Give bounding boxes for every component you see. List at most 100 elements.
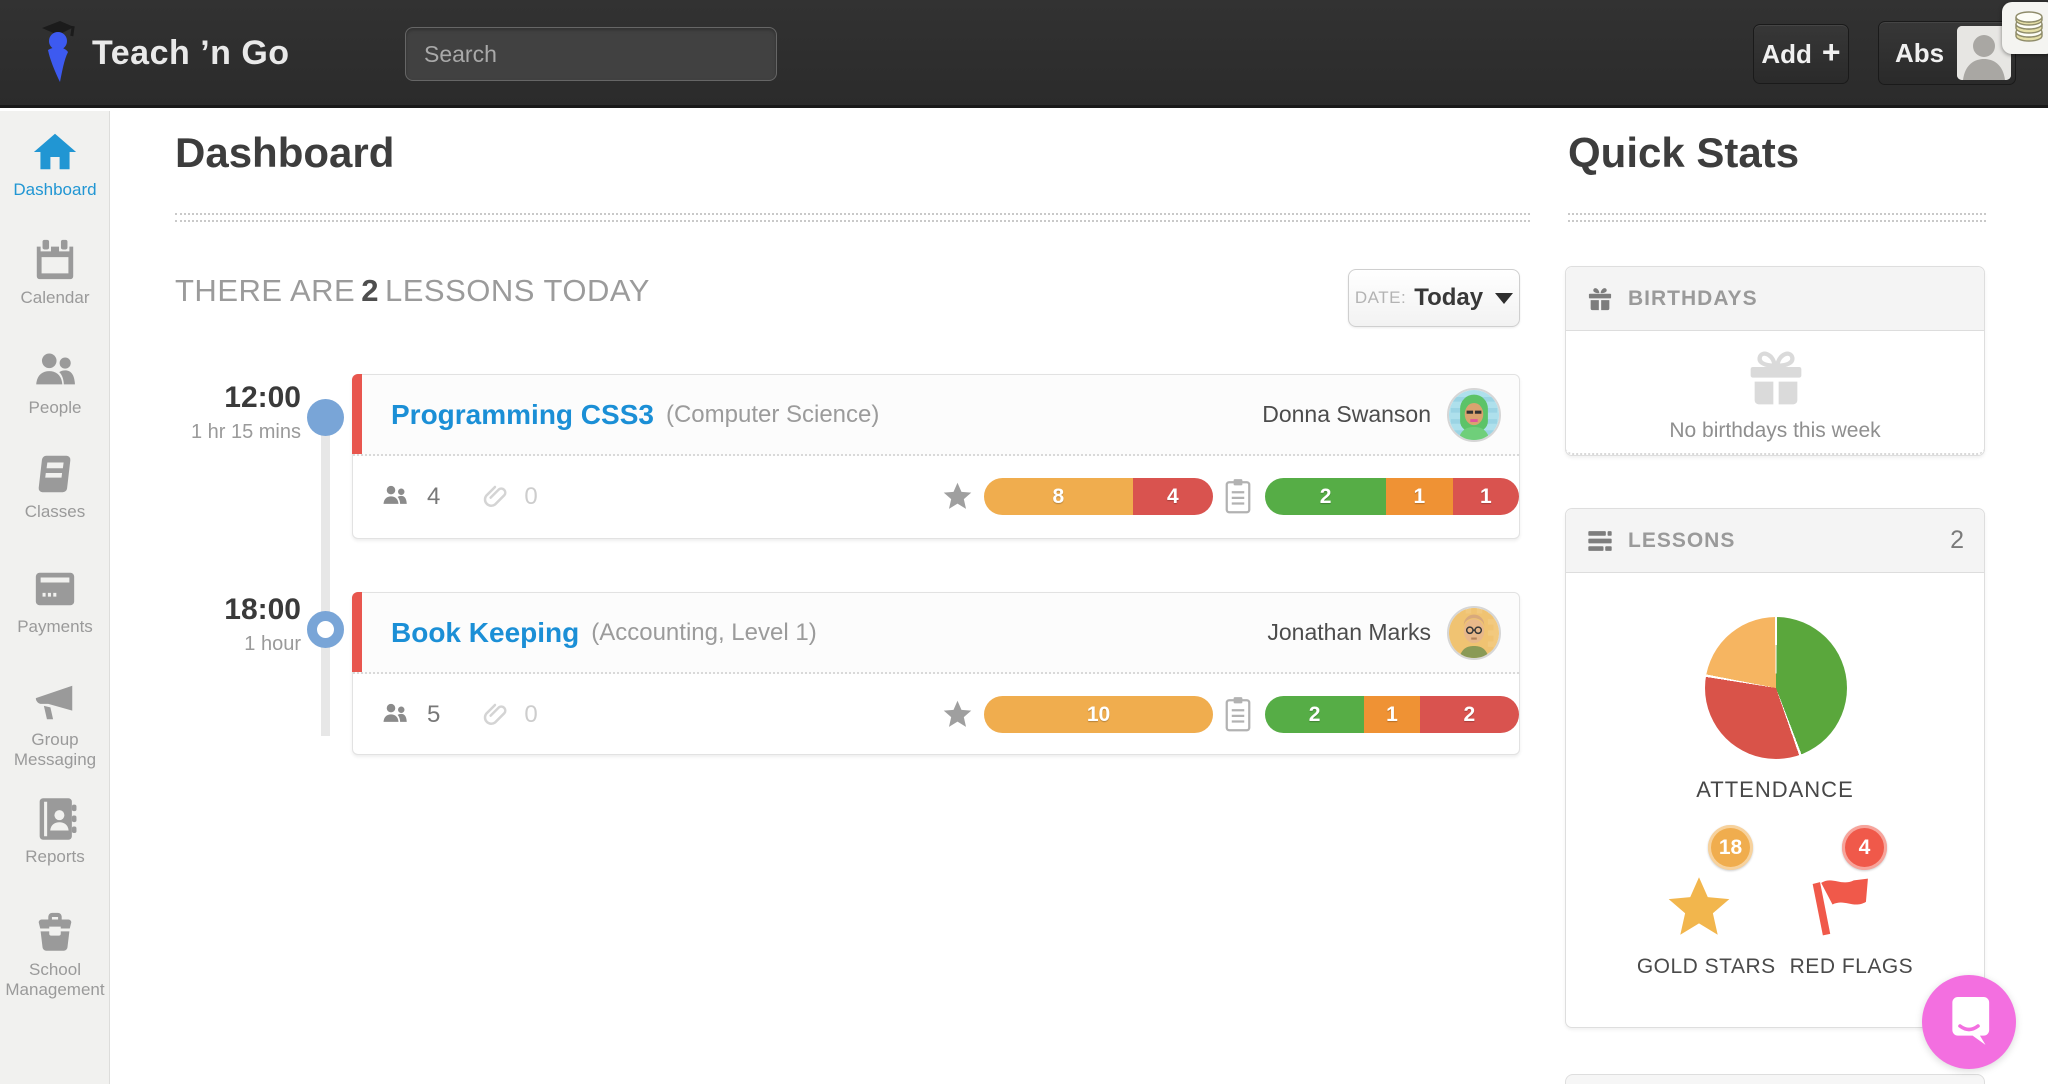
lessons-card-title: LESSONS — [1628, 529, 1735, 553]
lesson-card-header: Book Keeping (Accounting, Level 1) Jonat… — [353, 593, 1519, 674]
sidebar-item-label: School Management — [0, 960, 110, 1000]
home-icon — [32, 129, 78, 175]
gold-stars-count-badge: 18 — [1708, 825, 1753, 870]
sidebar-item-reports[interactable]: Reports — [0, 796, 110, 867]
quick-stats-title: Quick Stats — [1568, 129, 1799, 177]
sidebar-item-label: Calendar — [0, 288, 110, 308]
sidebar-item-payments[interactable]: Payments — [0, 566, 110, 637]
chevron-down-icon — [1495, 293, 1513, 304]
lesson-card-footer: 4 0 8 4 2 — [353, 456, 1519, 538]
date-filter-dropdown[interactable]: DATE: Today — [1348, 269, 1520, 327]
logo-text: Teach ’n Go — [92, 34, 290, 73]
sidebar-item-label: People — [0, 398, 110, 418]
badge-segment: 2 — [1265, 478, 1386, 515]
lesson-title-link[interactable]: Book Keeping — [391, 617, 579, 649]
sidebar-item-label: Group Messaging — [0, 730, 110, 770]
topbar: Teach ’n Go Add + Abs — [0, 0, 2048, 108]
paperclip-icon — [480, 482, 510, 512]
plus-icon: + — [1822, 34, 1841, 71]
students-icon — [379, 482, 413, 512]
paperclip-icon — [480, 700, 510, 730]
teacher-avatar[interactable] — [1447, 388, 1501, 442]
birthdays-card-header: BIRTHDAYS — [1566, 267, 1984, 331]
star-flag-badge: 8 4 — [984, 478, 1213, 515]
chat-launcher-button[interactable] — [1922, 975, 2016, 1069]
date-filter-label: DATE: — [1355, 288, 1406, 308]
sidebar-item-label: Classes — [0, 502, 110, 522]
attendance-badge: 2 1 1 — [1265, 478, 1519, 515]
badge-segment: 2 — [1265, 696, 1364, 733]
coins-extension-icon[interactable] — [2002, 2, 2048, 54]
lesson-time-block: 18:00 1 hour — [141, 593, 301, 656]
calendar-icon — [32, 237, 78, 283]
sidebar-item-classes[interactable]: Classes — [0, 451, 110, 522]
lesson-card-footer: 5 0 10 2 — [353, 674, 1519, 756]
awards-labels: GOLD STARSRED FLAGS — [1566, 955, 1984, 979]
birthdays-card: BIRTHDAYS No birthdays this week — [1565, 266, 1985, 456]
quick-stats-panel: Quick Stats BIRTHDAYS No birthdays this — [1565, 111, 2048, 1084]
sidebar-item-group-messaging[interactable]: Group Messaging — [0, 679, 110, 770]
sidebar-item-dashboard[interactable]: Dashboard — [0, 129, 110, 200]
summary-count: 2 — [355, 273, 385, 308]
lesson-subject: (Accounting, Level 1) — [591, 619, 816, 647]
lesson-card-header: Programming CSS3 (Computer Science) Donn… — [353, 375, 1519, 456]
main-content: Dashboard THERE ARE2LESSONS TODAY DATE: … — [111, 111, 1545, 1084]
lesson-card[interactable]: Book Keeping (Accounting, Level 1) Jonat… — [352, 592, 1520, 755]
sidebar-item-calendar[interactable]: Calendar — [0, 237, 110, 308]
awards-row: 18 4 — [1566, 825, 1984, 943]
app-logo[interactable]: Teach ’n Go — [34, 16, 290, 90]
timeline-line — [321, 406, 330, 736]
search-input[interactable] — [405, 27, 777, 81]
red-flag-icon — [1807, 871, 1875, 943]
red-flags-label: RED FLAGS — [1783, 955, 1921, 978]
clipboard-icon[interactable] — [1223, 476, 1253, 516]
toolbox-icon — [32, 909, 78, 955]
star-icon[interactable] — [941, 480, 974, 513]
lesson-time: 18:00 — [141, 593, 301, 627]
credit-card-icon — [32, 566, 78, 612]
badge-segment: 1 — [1364, 696, 1419, 733]
sidebar-item-label: Payments — [0, 617, 110, 637]
lessons-summary: THERE ARE2LESSONS TODAY — [175, 273, 650, 309]
next-card-partial — [1565, 1074, 1985, 1084]
gold-stars-stat: 18 — [1665, 825, 1751, 943]
sidebar-item-people[interactable]: People — [0, 347, 110, 418]
lesson-title-link[interactable]: Programming CSS3 — [391, 399, 654, 431]
students-icon — [379, 700, 413, 730]
lesson-color-stripe — [352, 592, 362, 672]
add-button-label: Add — [1761, 39, 1812, 70]
list-icon — [1586, 527, 1614, 555]
book-icon — [32, 451, 78, 497]
badge-segment: 2 — [1420, 696, 1519, 733]
lesson-card[interactable]: Programming CSS3 (Computer Science) Donn… — [352, 374, 1520, 539]
gold-star-icon — [1665, 871, 1733, 943]
gift-icon — [1586, 285, 1614, 313]
students-count: 5 — [427, 701, 440, 729]
divider — [175, 213, 1530, 222]
red-flags-stat: 4 — [1799, 825, 1885, 943]
lesson-time-block: 12:00 1 hr 15 mins — [141, 381, 301, 444]
absence-button-label: Abs — [1895, 38, 1944, 69]
star-flag-badge: 10 — [984, 696, 1213, 733]
red-flags-count-badge: 4 — [1842, 825, 1887, 870]
sidebar: Dashboard Calendar People Classes — [0, 111, 110, 1084]
absence-button[interactable]: Abs — [1878, 21, 2016, 85]
clipboard-icon[interactable] — [1223, 694, 1253, 734]
lessons-card-header: LESSONS 2 — [1566, 509, 1984, 573]
add-button[interactable]: Add + — [1753, 24, 1849, 84]
timeline-dot-ring — [307, 611, 344, 648]
lesson-color-stripe — [352, 374, 362, 454]
attendance-chart-label: ATTENDANCE — [1566, 777, 1984, 803]
birthdays-empty-message: No birthdays this week — [1566, 419, 1984, 443]
sidebar-item-school-management[interactable]: School Management — [0, 909, 110, 1000]
lesson-time: 12:00 — [141, 381, 301, 415]
address-book-icon — [32, 796, 78, 842]
teacher-avatar[interactable] — [1447, 606, 1501, 660]
timeline-dot-filled — [307, 399, 344, 436]
star-icon[interactable] — [941, 698, 974, 731]
teacher-name: Jonathan Marks — [1267, 619, 1431, 646]
teacher-avatar-image — [1449, 390, 1499, 440]
lesson-duration: 1 hour — [141, 633, 301, 656]
badge-segment: 1 — [1453, 478, 1519, 515]
lesson-counts: 5 0 — [379, 674, 538, 756]
